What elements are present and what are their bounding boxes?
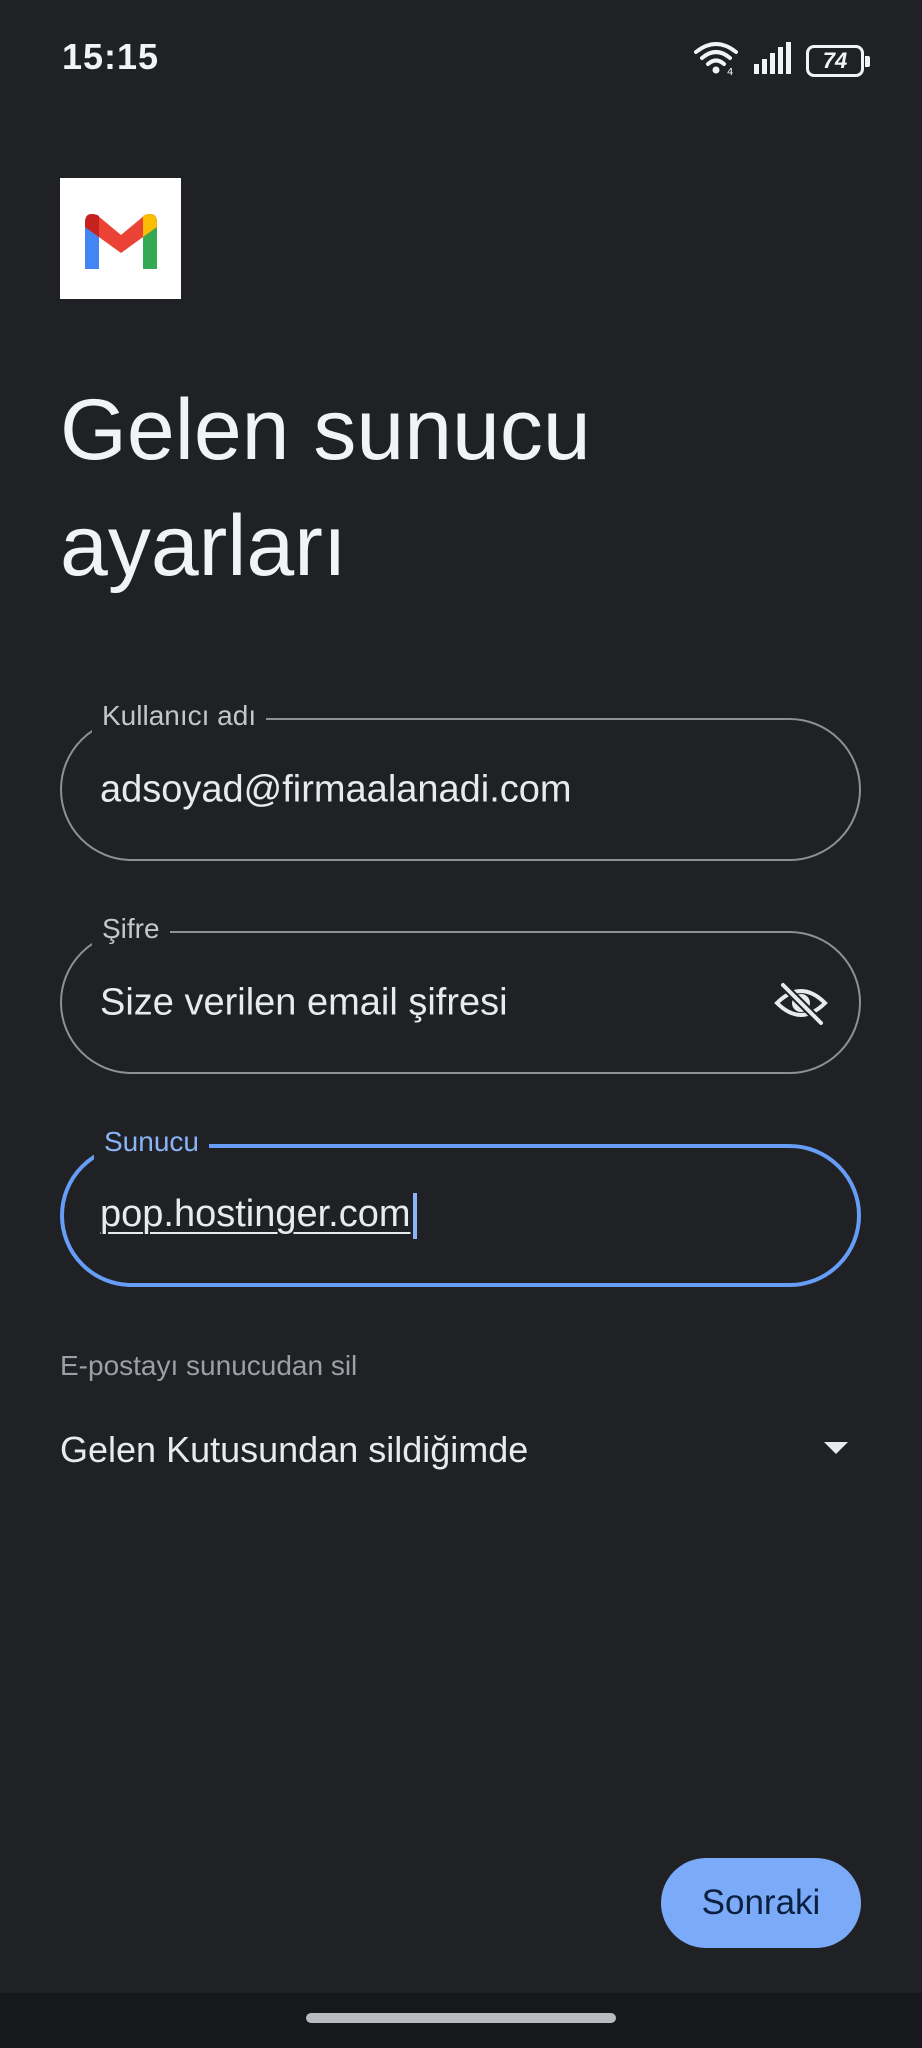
battery-icon: 74 bbox=[806, 44, 870, 77]
server-value: pop.hostinger.com bbox=[100, 1192, 411, 1235]
username-label: Kullanıcı adı bbox=[92, 698, 267, 734]
navigation-bar bbox=[0, 1993, 922, 2048]
server-field[interactable]: Sunucu pop.hostinger.com bbox=[60, 1124, 861, 1287]
delete-setting-dropdown[interactable]: Gelen Kutusundan sildiğimde bbox=[60, 1420, 850, 1480]
svg-text:4: 4 bbox=[727, 67, 733, 76]
password-label: Şifre bbox=[92, 911, 170, 947]
battery-level: 74 bbox=[822, 47, 848, 73]
status-bar: 15:15 4 74 bbox=[0, 0, 922, 115]
delete-setting-value: Gelen Kutusundan sildiğimde bbox=[60, 1429, 529, 1470]
status-time: 15:15 bbox=[62, 36, 160, 77]
visibility-off-icon[interactable] bbox=[771, 973, 831, 1033]
username-input[interactable]: adsoyad@firmaalanadi.com bbox=[100, 768, 572, 811]
status-icons: 4 74 bbox=[694, 40, 870, 81]
delete-setting-label: E-postayı sunucudan sil bbox=[60, 1350, 358, 1381]
password-field[interactable]: Şifre Size verilen email şifresi bbox=[60, 911, 861, 1074]
password-input[interactable]: Size verilen email şifresi bbox=[100, 981, 508, 1024]
home-indicator[interactable] bbox=[306, 2013, 616, 2023]
username-field[interactable]: Kullanıcı adı adsoyad@firmaalanadi.com bbox=[60, 698, 861, 861]
next-button[interactable]: Sonraki bbox=[661, 1858, 861, 1948]
page-title: Gelen sunucu ayarları bbox=[60, 382, 591, 594]
wifi-icon: 4 bbox=[694, 40, 738, 81]
gmail-logo bbox=[60, 178, 181, 299]
signal-icon bbox=[752, 42, 792, 79]
server-label: Sunucu bbox=[94, 1124, 209, 1160]
text-cursor bbox=[412, 1192, 417, 1239]
dropdown-arrow-icon bbox=[822, 1440, 850, 1461]
server-input[interactable]: pop.hostinger.com bbox=[100, 1192, 417, 1239]
